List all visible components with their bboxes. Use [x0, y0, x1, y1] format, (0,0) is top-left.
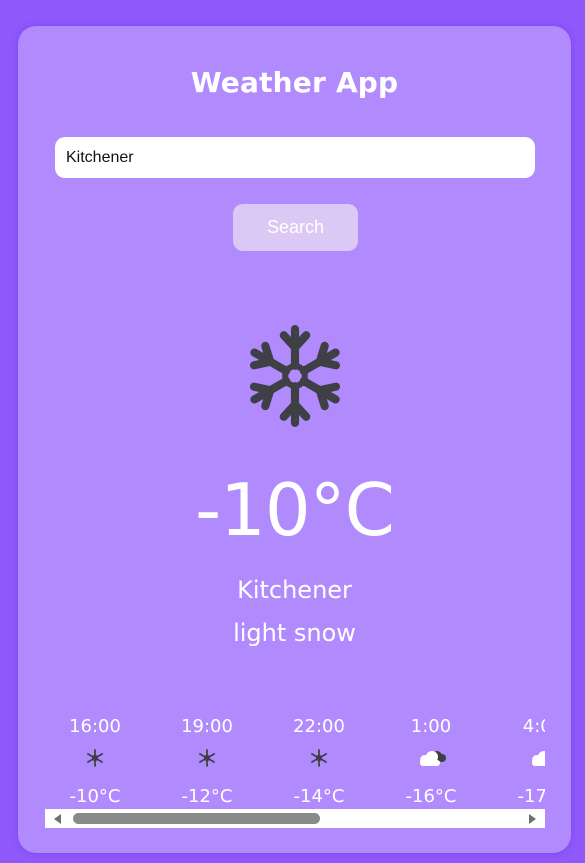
cloud-icon — [420, 751, 446, 766]
scrollbar-thumb[interactable] — [73, 813, 320, 824]
app-title: Weather App — [190, 66, 399, 99]
scroll-right-arrow-icon[interactable] — [529, 814, 536, 824]
hourly-item: 1:00 -16°C — [381, 714, 481, 809]
weather-card: Weather App Search -10°C Kitchener light… — [18, 26, 571, 853]
snowflake-icon — [244, 325, 346, 429]
hourly-item: 22:00 -14°C — [269, 714, 369, 809]
hourly-forecast[interactable]: 16:00 -10°C 19:00 -12°C 22:00 -14°C 1:00… — [45, 714, 545, 809]
scroll-left-arrow-icon[interactable] — [54, 814, 61, 824]
hourly-time: 16:00 — [69, 716, 121, 737]
hourly-temperature: -10°C — [69, 786, 121, 807]
hourly-temperature: -14°C — [293, 786, 345, 807]
hourly-temperature: -17°C — [517, 786, 545, 807]
city-name: Kitchener — [237, 576, 352, 604]
hourly-time: 19:00 — [181, 716, 233, 737]
hourly-item: 16:00 -10°C — [45, 714, 145, 809]
hourly-item: 19:00 -12°C — [157, 714, 257, 809]
cloud-icon — [532, 751, 545, 766]
hourly-time: 1:00 — [410, 716, 452, 737]
hourly-temperature: -16°C — [405, 786, 457, 807]
hourly-time: 4:00 — [522, 716, 545, 737]
hourly-time: 22:00 — [293, 716, 345, 737]
snowflake-icon — [311, 749, 327, 767]
weather-description: light snow — [233, 619, 356, 647]
current-temperature: -10°C — [195, 468, 395, 552]
search-button[interactable]: Search — [233, 204, 358, 251]
hourly-temperature: -12°C — [181, 786, 233, 807]
city-search-input[interactable] — [55, 137, 535, 178]
hourly-scrollbar[interactable] — [45, 809, 545, 828]
snowflake-icon — [87, 749, 103, 767]
snowflake-icon — [199, 749, 215, 767]
hourly-item: 4:00 -17°C — [493, 714, 545, 809]
